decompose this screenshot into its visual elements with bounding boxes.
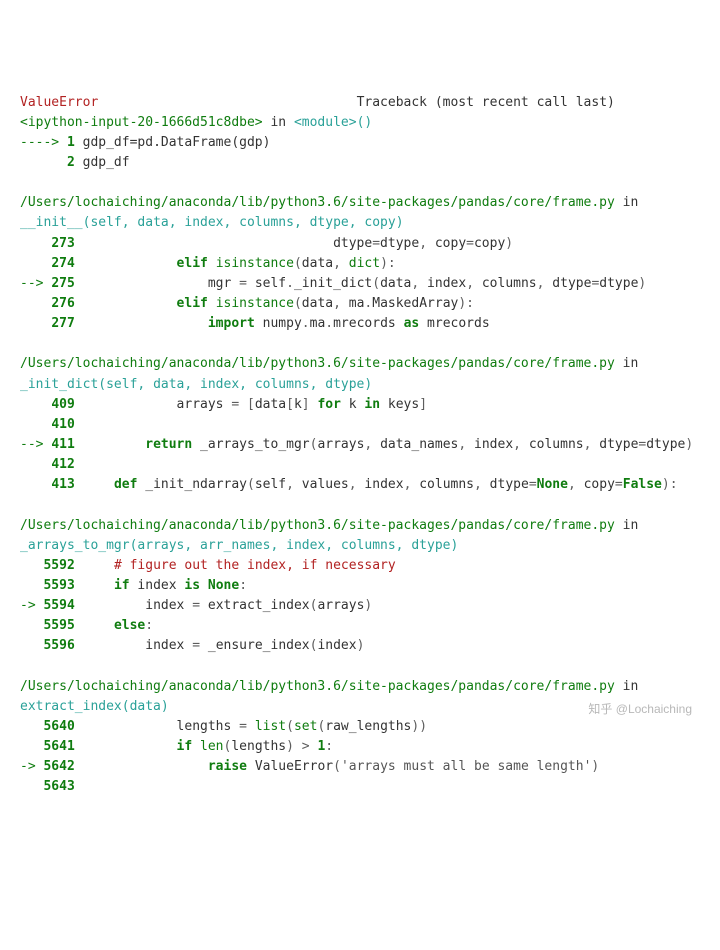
frame-func: extract_index (20, 699, 122, 714)
code-line: ----> 1 gdp_df=pd.DataFrame(gdp) (20, 133, 700, 153)
frame-header: <ipython-input-20-1666d51c8dbe> in <modu… (20, 113, 700, 133)
line-number: 5594 (43, 598, 74, 613)
line-number: 5592 (43, 558, 74, 573)
code-line: 5641 if len(lengths) > 1: (20, 737, 700, 757)
traceback-header: ValueError Traceback (most recent call l… (20, 93, 700, 113)
traceback-output: ValueError Traceback (most recent call l… (20, 93, 700, 818)
line-number: 5593 (43, 578, 74, 593)
line-number: 410 (51, 417, 74, 432)
line-number: 5640 (43, 719, 74, 734)
code-line: 409 arrays = [data[k] for k in keys] (20, 395, 700, 415)
frame-header: /Users/lochaiching/anaconda/lib/python3.… (20, 516, 700, 556)
code-line: 410 (20, 415, 700, 435)
frame-func: <module> (294, 115, 357, 130)
error-name: ValueError (20, 95, 98, 110)
code-line: 412 (20, 455, 700, 475)
frame-source: <ipython-input-20-1666d51c8dbe> (20, 115, 263, 130)
line-number: 276 (51, 296, 74, 311)
code-line: 277 import numpy.ma.mrecords as mrecords (20, 314, 700, 334)
line-number: 413 (51, 477, 74, 492)
code-line: 5595 else: (20, 616, 700, 636)
frame-func: _init_dict (20, 377, 98, 392)
line-number: 409 (51, 397, 74, 412)
line-number: 5595 (43, 618, 74, 633)
frame-path: /Users/lochaiching/anaconda/lib/python3.… (20, 679, 615, 694)
line-number: 273 (51, 236, 74, 251)
code-line: 5596 index = _ensure_index(index) (20, 636, 700, 656)
code-line: --> 275 mgr = self._init_dict(data, inde… (20, 274, 700, 294)
line-number: 5643 (43, 779, 74, 794)
code-line: --> 411 return _arrays_to_mgr(arrays, da… (20, 435, 700, 455)
code-line: -> 5594 index = extract_index(arrays) (20, 596, 700, 616)
line-number: 274 (51, 256, 74, 271)
code-line: 274 elif isinstance(data, dict): (20, 254, 700, 274)
line-number: 5641 (43, 739, 74, 754)
line-number: 411 (51, 437, 74, 452)
code-line: 5640 lengths = list(set(raw_lengths)) (20, 717, 700, 737)
code-line: 2 gdp_df (20, 153, 700, 173)
line-number: 412 (51, 457, 74, 472)
code-line: -> 5642 raise ValueError('arrays must al… (20, 757, 700, 777)
frame-path: /Users/lochaiching/anaconda/lib/python3.… (20, 356, 615, 371)
code-line: 5593 if index is None: (20, 576, 700, 596)
line-number: 5642 (43, 759, 74, 774)
code-line: 276 elif isinstance(data, ma.MaskedArray… (20, 294, 700, 314)
frame-path: /Users/lochaiching/anaconda/lib/python3.… (20, 518, 615, 533)
frame-header: /Users/lochaiching/anaconda/lib/python3.… (20, 677, 700, 717)
code-line: 5592 # figure out the index, if necessar… (20, 556, 700, 576)
frame-header: /Users/lochaiching/anaconda/lib/python3.… (20, 193, 700, 233)
line-number: 1 (67, 135, 75, 150)
line-number: 2 (67, 155, 75, 170)
line-number: 277 (51, 316, 74, 331)
frame-header: /Users/lochaiching/anaconda/lib/python3.… (20, 354, 700, 394)
frame-path: /Users/lochaiching/anaconda/lib/python3.… (20, 195, 615, 210)
code-line: 273 dtype=dtype, copy=copy) (20, 234, 700, 254)
traceback-label: Traceback (most recent call last) (357, 95, 615, 110)
line-number: 275 (51, 276, 74, 291)
code-line: 5643 (20, 777, 700, 797)
line-number: 5596 (43, 638, 74, 653)
frame-func: _arrays_to_mgr (20, 538, 130, 553)
code-line: 413 def _init_ndarray(self, values, inde… (20, 475, 700, 495)
frame-func: __init__ (20, 215, 83, 230)
